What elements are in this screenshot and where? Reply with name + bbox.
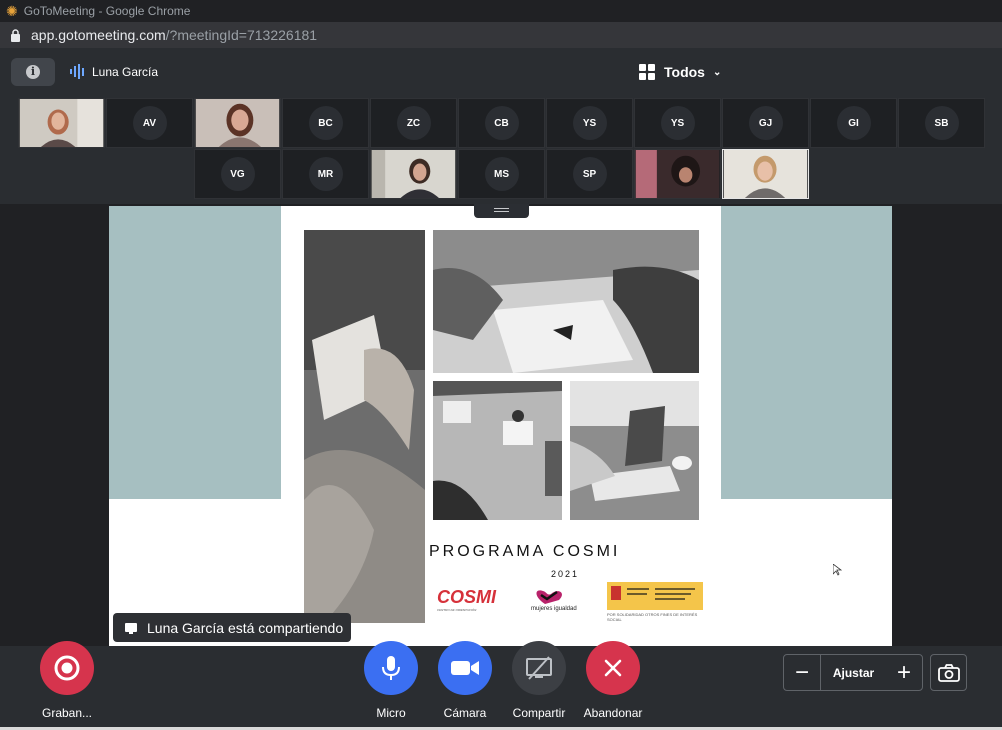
slide-panel-left [109,206,281,499]
slide-year: 2021 [551,569,580,579]
slide-photo-meeting [433,230,699,373]
shared-screen-area: PROGRAMA COSMI 2021 COSMI CENTRO DE ORIE… [0,204,1002,646]
participant-initials: MS [484,157,519,191]
active-speaker-name: Luna García [92,64,159,79]
info-icon: i [26,65,40,79]
fit-to-screen-button[interactable]: Ajustar [820,655,886,690]
lock-icon [11,28,20,42]
participant-tile[interactable]: CB [458,98,545,148]
participant-tile[interactable]: BC [282,98,369,148]
chevron-down-icon: ⌄ [712,66,722,78]
participant-tile[interactable]: GJ [722,98,809,148]
drag-handle-icon[interactable] [474,204,529,218]
participant-video [195,99,280,147]
mouse-cursor-icon [833,564,842,576]
slide-photo-laptop [570,381,699,520]
zoom-out-button[interactable]: − [784,655,820,690]
audio-level-icon [70,64,84,79]
participant-tile[interactable]: VG [194,149,281,199]
record-label: Graban... [41,706,93,720]
screen-share-icon [512,641,566,695]
participant-initials: SP [572,157,607,191]
share-screen-button[interactable]: Compartir [504,641,574,720]
government-logo: POR SOLIDARIDAD OTROS FINES DE INTERÉS S… [607,582,703,622]
url-host: app.gotomeeting.com [31,27,166,43]
screen-sharing-banner: Luna García está compartiendo [113,613,351,642]
participant-tile[interactable] [18,98,105,148]
presentation-slide: PROGRAMA COSMI 2021 COSMI CENTRO DE ORIE… [109,206,892,646]
window-titlebar: ✺ GoToMeeting - Google Chrome [0,0,1002,22]
slide-photo-desk [433,381,562,520]
slide-photo-reading [304,230,425,623]
participant-video [635,150,720,198]
microphone-label: Micro [376,706,406,720]
participant-initials: SB [924,106,959,140]
participant-tile[interactable]: YS [634,98,721,148]
meeting-toolbar: i Luna García Todos ⌄ [0,48,1002,96]
participant-tile[interactable]: GI [810,98,897,148]
participant-video [19,99,104,147]
slide-panel-right [721,206,892,499]
app-logo-icon: ✺ [6,2,18,19]
share-screen-label: Compartir [512,706,566,720]
leave-meeting-button[interactable]: Abandonar [578,641,648,720]
view-selector-label: Todos [664,64,705,80]
slide-title: PROGRAMA COSMI [429,543,621,560]
camera-label: Cámara [443,706,487,720]
participant-initials: VG [220,157,255,191]
leave-meeting-label: Abandonar [583,706,643,720]
participant-video [371,150,456,198]
active-speaker: Luna García [70,64,158,79]
grid-view-icon [639,64,655,80]
url-path: /?meetingId=713226181 [165,27,318,43]
participant-initials: CB [484,106,519,140]
info-button[interactable]: i [11,58,55,86]
monitor-icon [125,623,137,634]
video-camera-icon [438,641,492,695]
participant-initials: GJ [748,106,783,140]
zoom-controls: − Ajustar + [783,654,923,691]
microphone-button[interactable]: Micro [356,641,426,720]
camera-button[interactable]: Cámara [430,641,500,720]
cosmi-logo: COSMI CENTRO DE ORIENTACIÓN [437,587,497,612]
participant-video [723,150,808,198]
record-icon [40,641,94,695]
participant-initials: GI [836,106,871,140]
participant-strip: AV BC ZC CB YS YS GJ GI SB VG MR MS SP [0,96,1002,204]
mujeres-igualdad-logo: mujeres igualdad [527,588,577,622]
participant-tile[interactable] [722,149,809,199]
window-title: GoToMeeting - Google Chrome [23,4,191,18]
participant-tile[interactable]: ZC [370,98,457,148]
record-button[interactable]: Graban... [32,641,102,720]
participant-tile[interactable]: MS [458,149,545,199]
participant-tile[interactable]: SP [546,149,633,199]
participant-tile[interactable]: SB [898,98,985,148]
participant-tile[interactable]: MR [282,149,369,199]
participant-initials: YS [660,106,695,140]
participant-initials: AV [132,106,167,140]
microphone-icon [364,641,418,695]
zoom-in-button[interactable]: + [886,655,922,690]
close-icon [586,641,640,695]
view-selector[interactable]: Todos ⌄ [639,64,721,80]
participant-tile[interactable] [194,98,281,148]
participant-initials: YS [572,106,607,140]
participant-tile[interactable]: AV [106,98,193,148]
participant-initials: BC [308,106,343,140]
participant-tile[interactable]: YS [546,98,633,148]
address-bar[interactable]: app.gotomeeting.com /?meetingId=71322618… [0,22,1002,48]
screen-sharing-text: Luna García está compartiendo [147,619,344,636]
participant-tile[interactable] [370,149,457,199]
screenshot-button[interactable] [930,654,967,691]
participant-tile[interactable] [634,149,721,199]
participant-initials: ZC [396,106,431,140]
camera-icon [937,663,960,682]
participant-initials: MR [308,157,343,191]
